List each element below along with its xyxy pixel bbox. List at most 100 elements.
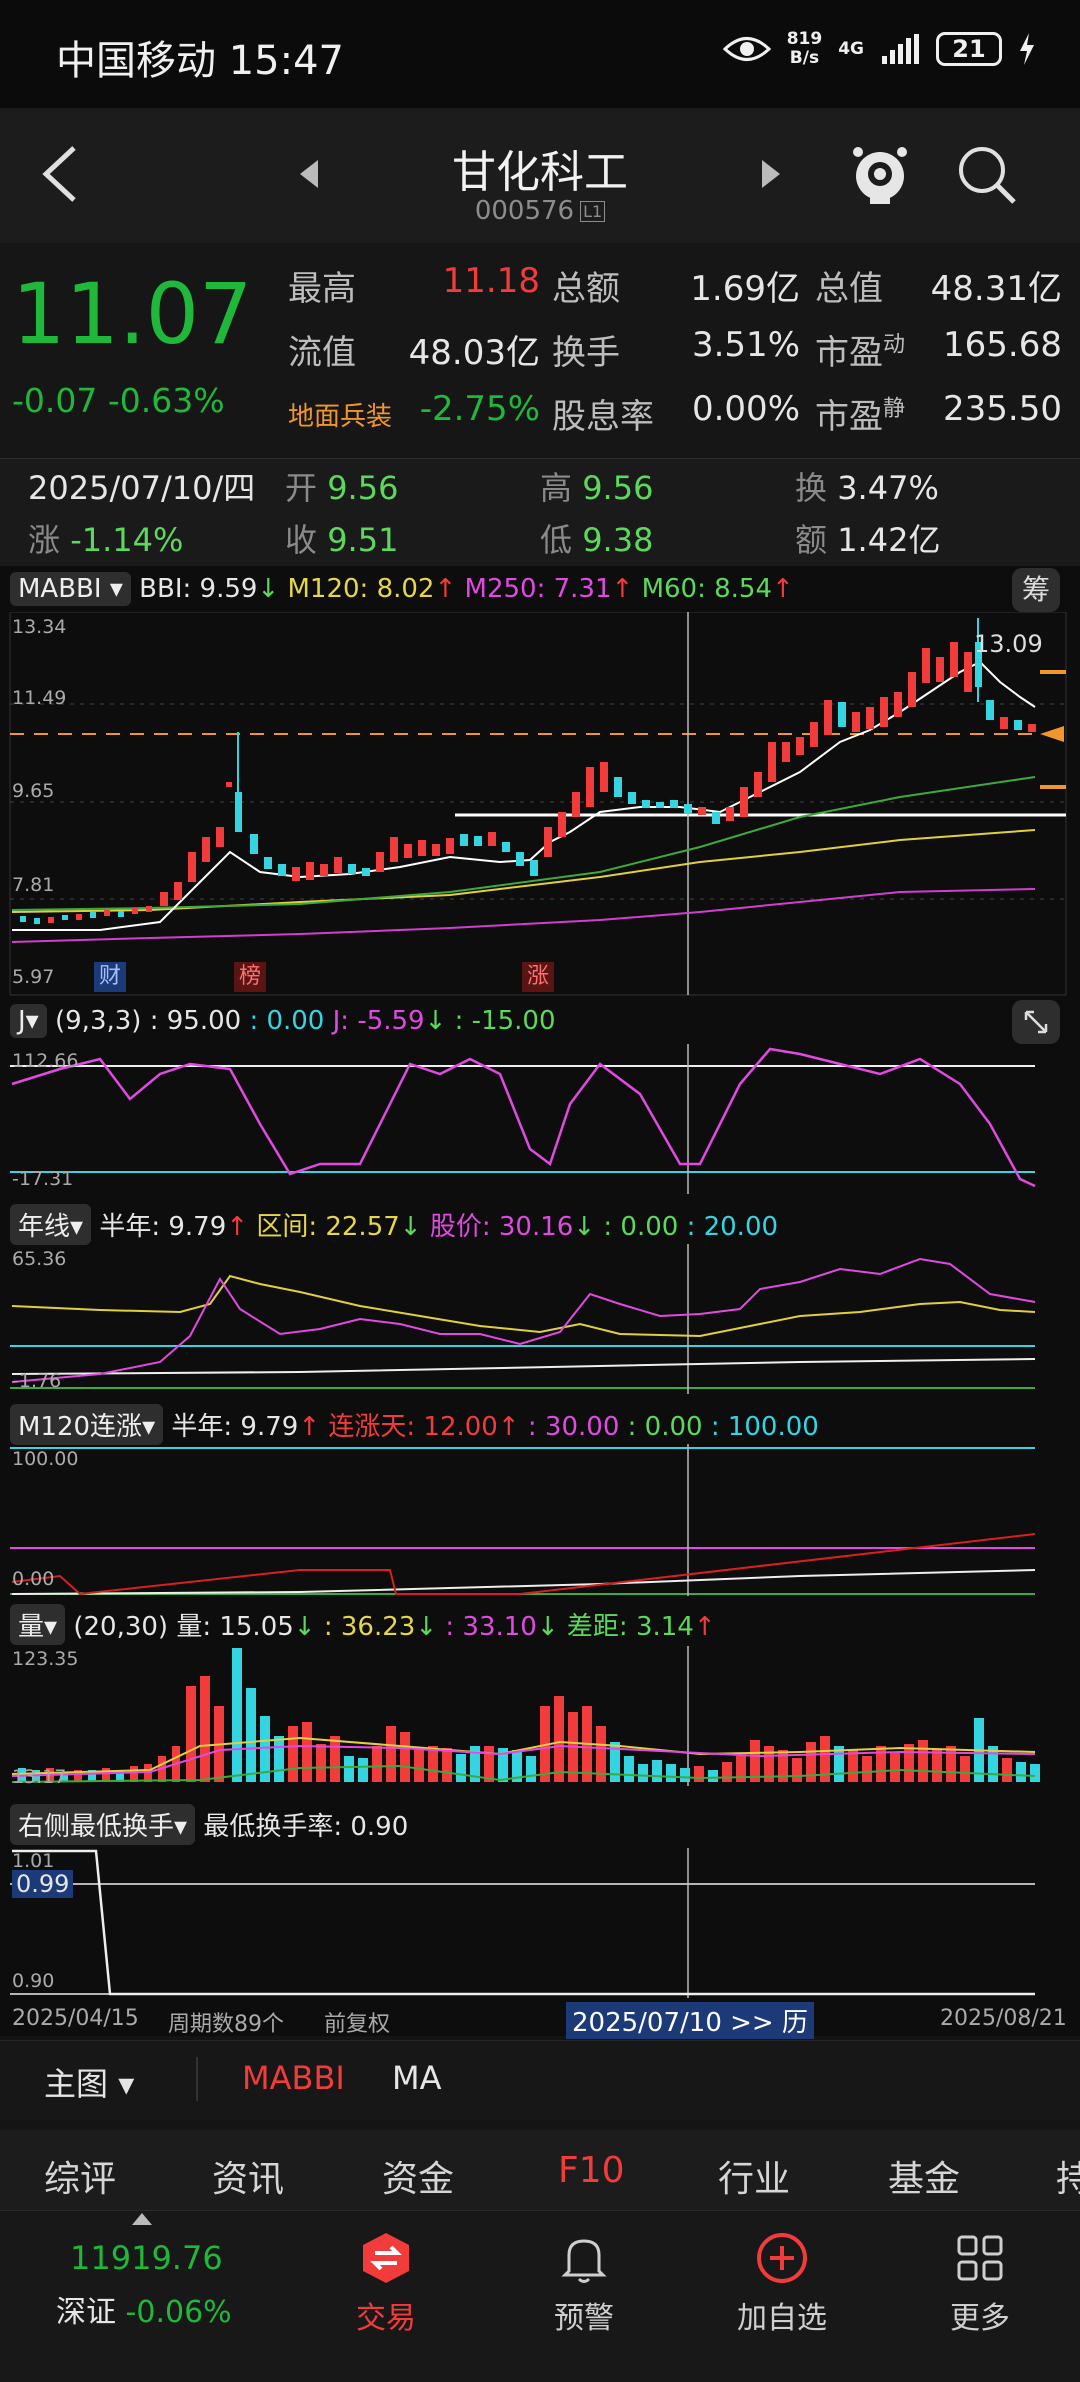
high-label: 最高 — [288, 269, 356, 309]
indicator-select-volume[interactable]: 量▾ — [10, 1604, 66, 1645]
grid-icon — [957, 2235, 1003, 2281]
kdj-header: J▾ (9,3,3) : 95.00 : 0.00 J: -5.59↓ : -1… — [10, 1004, 556, 1038]
m120-y-min: 0.00 — [12, 1568, 55, 1590]
tab-overview[interactable]: 综评 — [44, 2150, 116, 2202]
dividend-label: 股息率 — [552, 397, 654, 437]
volume-y-max: 123.35 — [12, 1648, 79, 1670]
expand-icon — [1024, 1010, 1048, 1034]
main-y-label-4: 5.97 — [12, 966, 55, 988]
axis-end-date: 2025/08/21 — [940, 2006, 1067, 2031]
turnover-header: 右侧最低换手▾ 最低换手率: 0.90 — [10, 1804, 408, 1845]
stock-title: 甘化科工 — [452, 147, 628, 198]
kdj-chart[interactable] — [0, 1044, 1080, 1194]
volume-chart[interactable] — [0, 1646, 1080, 1786]
yearline-y-max: 65.36 — [12, 1248, 67, 1270]
bar-low: 低 9.38 — [540, 521, 654, 559]
current-price: 11.07 — [12, 265, 253, 363]
cursor-date-history[interactable]: 2025/07/10 >> 历 — [566, 2002, 814, 2039]
m120-y-max: 100.00 — [12, 1448, 79, 1470]
bar-info: 2025/07/10/四 开 9.56 高 9.56 换 3.47% 涨 -1.… — [0, 458, 1080, 566]
title-bar: 甘化科工 000576 L1 — [0, 108, 1080, 243]
net-speed: 819 B/s — [786, 29, 823, 68]
tab-holding[interactable]: 持 — [1056, 2150, 1080, 2202]
main-chart-selector[interactable]: 主图 ▾ — [44, 2059, 134, 2105]
tab-fund[interactable]: 基金 — [888, 2150, 960, 2202]
float-label: 流值 — [288, 333, 356, 373]
indicator-select-mabbi[interactable]: MABBI ▾ — [10, 572, 131, 606]
tab-mabbi[interactable]: MABBI — [242, 2059, 345, 2097]
candlestick-chart[interactable] — [0, 612, 1080, 996]
marker-limit-up[interactable]: 涨 — [522, 962, 554, 992]
bar-high: 高 9.56 — [540, 469, 654, 507]
m120-chart[interactable] — [0, 1444, 1080, 1596]
bottom-nav: 11919.76 深证 -0.06% 交易 预警 加自选 更多 — [0, 2210, 1080, 2382]
turnover-y-min: 0.90 — [12, 1970, 55, 1992]
float-value: 48.03亿 — [408, 333, 540, 373]
pe-static-value: 235.50 — [943, 389, 1062, 429]
mktcap-value: 48.31亿 — [930, 269, 1062, 309]
nav-trade[interactable]: 交易 — [316, 2231, 456, 2337]
turnover-label: 换手 — [552, 333, 620, 373]
info-tabs: 综评 资讯 资金 F10 行业 基金 持 — [0, 2130, 1080, 2210]
amount-value: 1.69亿 — [690, 269, 800, 309]
yearline-chart[interactable] — [0, 1244, 1080, 1394]
pe-static-label: 市盈静 — [815, 396, 906, 437]
bar-close: 收 9.51 — [285, 521, 399, 559]
stock-code: 000576 L1 — [0, 196, 1080, 226]
kdj-y-min: -17.31 — [12, 1168, 74, 1190]
bell-icon — [561, 2239, 607, 2283]
nav-more[interactable]: 更多 — [910, 2231, 1050, 2337]
tab-f10[interactable]: F10 — [558, 2150, 625, 2191]
tab-funds[interactable]: 资金 — [382, 2150, 454, 2202]
pe-dynamic-label: 市盈动 — [815, 332, 906, 373]
marker-finance[interactable]: 财 — [94, 962, 126, 992]
bar-date: 2025/07/10/四 — [28, 469, 256, 507]
tab-ma[interactable]: MA — [392, 2059, 442, 2097]
dividend-value: 0.00% — [691, 389, 800, 429]
index-value[interactable]: 11919.76 — [70, 2239, 223, 2277]
tab-divider — [196, 2057, 198, 2101]
main-indicator-header: MABBI ▾ BBI: 9.59↓ M120: 8.02↑ M250: 7.3… — [10, 572, 794, 606]
marker-ranking[interactable]: 榜 — [234, 962, 266, 992]
axis-period-count: 周期数89个 — [168, 2012, 284, 2037]
yearline-y-min: -1.76 — [12, 1370, 62, 1392]
tab-news[interactable]: 资讯 — [212, 2150, 284, 2202]
indicator-select-m120[interactable]: M120连涨▾ — [10, 1404, 164, 1445]
tab-industry[interactable]: 行业 — [718, 2150, 790, 2202]
high-value: 11.18 — [442, 261, 540, 301]
main-chart-tabs: 主图 ▾ MABBI MA — [0, 2040, 1080, 2120]
turnover-chart[interactable] — [0, 1848, 1080, 1998]
caret-up-icon — [132, 2213, 152, 2225]
sector-label[interactable]: 地面兵装 — [288, 396, 392, 433]
status-carrier: 中国移动 15:47 — [56, 38, 344, 84]
search-icon[interactable] — [956, 144, 1018, 206]
mktcap-label: 总值 — [815, 269, 883, 309]
volume-header: 量▾ (20,30) 量: 15.05↓ : 36.23↓ : 33.10↓ 差… — [10, 1604, 716, 1645]
charging-icon — [1020, 33, 1034, 65]
status-icons: 819 B/s 4G 21 — [722, 29, 1036, 68]
peak-price-label: 13.09 — [974, 630, 1043, 658]
indicator-select-yearline[interactable]: 年线▾ — [10, 1204, 92, 1245]
pe-dynamic-value: 165.68 — [943, 325, 1062, 365]
eye-icon — [722, 37, 771, 61]
expand-button[interactable] — [1012, 1000, 1060, 1044]
sector-change: -2.75% — [419, 389, 540, 429]
bar-open: 开 9.56 — [285, 469, 399, 507]
bar-change: 涨 -1.14% — [28, 521, 184, 559]
main-y-label-2: 9.65 — [12, 780, 55, 802]
quote-panel: 11.07 -0.07 -0.63% 最高 11.18 总额 1.69亿 总值 … — [0, 243, 1080, 458]
nav-add-watchlist[interactable]: 加自选 — [712, 2231, 852, 2337]
assistant-robot-icon[interactable] — [848, 142, 912, 206]
next-stock-icon[interactable] — [760, 160, 780, 188]
battery-indicator: 21 — [936, 32, 1002, 66]
turnover-value: 3.51% — [691, 325, 800, 365]
index-name[interactable]: 深证 -0.06% — [56, 2287, 232, 2331]
indicator-select-turnover[interactable]: 右侧最低换手▾ — [10, 1804, 196, 1845]
chip-distribution-button[interactable]: 筹 — [1012, 568, 1060, 612]
axis-adjust[interactable]: 前复权 — [324, 2006, 390, 2038]
main-y-label-3: 7.81 — [12, 874, 55, 896]
nav-alert[interactable]: 预警 — [514, 2231, 654, 2337]
indicator-select-j[interactable]: J▾ — [10, 1004, 47, 1038]
main-y-label-1: 11.49 — [12, 687, 67, 709]
yearline-header: 年线▾ 半年: 9.79↑ 区间: 22.57↓ 股价: 30.16↓ : 0.… — [10, 1204, 778, 1245]
